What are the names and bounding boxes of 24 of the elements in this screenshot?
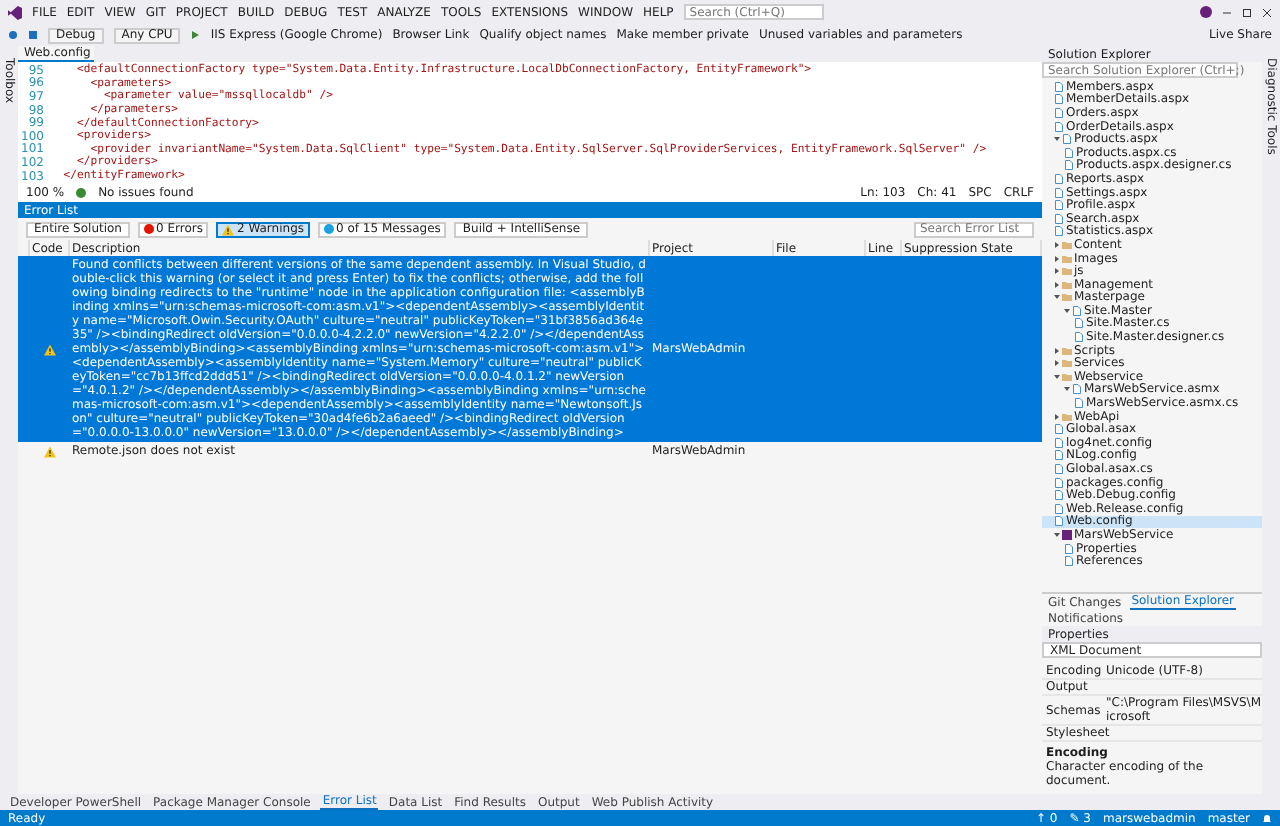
- collapsed-caret-icon[interactable]: [1054, 360, 1060, 367]
- logo-icon: [8, 5, 22, 19]
- warning-icon: [44, 445, 56, 458]
- warning-icon: [44, 343, 56, 356]
- project-icon: [1062, 529, 1072, 540]
- bell-icon[interactable]: [1262, 813, 1272, 823]
- collapsed-caret-icon[interactable]: [1054, 281, 1060, 288]
- minimize-icon[interactable]: [1222, 7, 1232, 17]
- play-icon[interactable]: [190, 30, 201, 40]
- maximize-icon[interactable]: [1242, 7, 1252, 17]
- avatar-icon[interactable]: [1200, 6, 1212, 18]
- info-icon: [324, 224, 335, 235]
- collapsed-caret-icon[interactable]: [1054, 268, 1060, 275]
- folder-icon: [1062, 411, 1072, 422]
- expanded-caret-icon[interactable]: [1054, 373, 1060, 380]
- collapsed-caret-icon[interactable]: [1054, 241, 1060, 248]
- error-icon: [144, 224, 154, 235]
- expanded-caret-icon[interactable]: [1054, 294, 1060, 301]
- collapsed-caret-icon[interactable]: [1054, 413, 1060, 420]
- error-row[interactable]: [18, 256, 1042, 443]
- collapsed-caret-icon[interactable]: [1054, 255, 1060, 262]
- close-icon[interactable]: [1262, 7, 1272, 17]
- collapsed-caret-icon[interactable]: [1054, 347, 1060, 354]
- warning-icon: [222, 223, 235, 236]
